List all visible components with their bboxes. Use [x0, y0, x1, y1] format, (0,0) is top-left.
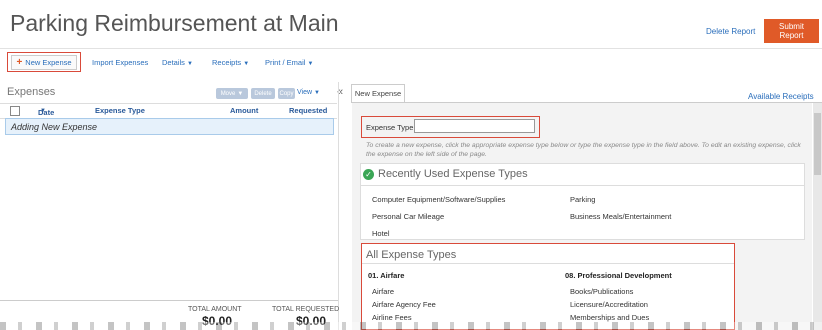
move-button[interactable]: Move ▼: [216, 88, 248, 99]
plus-icon: +: [16, 56, 23, 68]
expense-type-option[interactable]: Airline Fees: [372, 313, 412, 322]
panel-divider: [338, 82, 339, 330]
expense-table-header: Date ▼ Expense Type Amount Requested: [0, 103, 337, 119]
expense-type-option[interactable]: Licensure/Accreditation: [570, 300, 648, 309]
totals-divider: [0, 300, 338, 301]
delete-button[interactable]: Delete: [251, 88, 275, 99]
delete-report-link[interactable]: Delete Report: [706, 27, 755, 36]
scrollbar-thumb[interactable]: [814, 113, 821, 175]
total-amount-label: TOTAL AMOUNT: [188, 306, 242, 313]
header-divider: [0, 48, 822, 49]
select-all-checkbox[interactable]: [10, 106, 20, 116]
expense-type-column-header[interactable]: Expense Type: [95, 106, 145, 115]
requested-column-header[interactable]: Requested: [289, 106, 327, 115]
caret-down-icon: ▼: [307, 61, 314, 67]
expense-type-option[interactable]: Personal Car Mileage: [372, 212, 444, 221]
move-label: Move: [220, 90, 236, 97]
caret-down-icon: ▼: [243, 61, 250, 67]
page-title: Parking Reimbursement at Main: [10, 10, 339, 36]
cropped-footer: [0, 322, 822, 330]
caret-down-icon: ▼: [314, 90, 320, 96]
expense-type-option[interactable]: Airfare Agency Fee: [372, 300, 436, 309]
caret-down-icon: ▼: [186, 61, 193, 67]
new-expense-label: New Expense: [25, 58, 72, 67]
view-menu[interactable]: View ▼: [297, 89, 320, 96]
expenses-heading: Expenses: [7, 86, 56, 98]
adding-new-expense-row[interactable]: Adding New Expense: [5, 118, 334, 135]
total-requested-label: TOTAL REQUESTED: [272, 306, 340, 313]
receipts-menu[interactable]: Receipts ▼: [212, 58, 249, 67]
instruction-text: To create a new expense, click the appro…: [366, 142, 801, 158]
category-heading: 08. Professional Development: [565, 271, 672, 280]
expense-type-option[interactable]: Memberships and Dues: [570, 313, 649, 322]
recent-types-heading: Recently Used Expense Types: [378, 168, 528, 180]
available-receipts-link[interactable]: Available Receipts: [748, 92, 814, 101]
caret-down-icon: ▼: [40, 108, 46, 114]
category-heading: 01. Airfare: [368, 271, 405, 280]
copy-button[interactable]: Copy: [278, 88, 295, 99]
expense-type-label: Expense Type: [366, 123, 414, 132]
expense-type-option[interactable]: Books/Publications: [570, 287, 633, 296]
amount-column-header[interactable]: Amount: [230, 106, 258, 115]
tab-new-expense[interactable]: New Expense: [351, 84, 405, 102]
print-email-label: Print / Email: [265, 58, 306, 67]
recent-divider: [360, 185, 805, 186]
new-expense-button[interactable]: + New Expense: [11, 55, 77, 70]
expense-type-option[interactable]: Airfare: [372, 287, 394, 296]
caret-down-icon: ▼: [237, 90, 244, 97]
details-menu[interactable]: Details ▼: [162, 58, 193, 67]
expense-type-option[interactable]: Computer Equipment/Software/Supplies: [372, 195, 505, 204]
view-label: View: [297, 89, 313, 96]
details-label: Details: [162, 58, 185, 67]
submit-report-button[interactable]: Submit Report: [764, 19, 819, 43]
receipts-label: Receipts: [212, 58, 242, 67]
expense-type-option[interactable]: Parking: [570, 195, 595, 204]
all-types-heading: All Expense Types: [366, 249, 457, 261]
all-types-divider: [362, 263, 734, 264]
expense-type-input[interactable]: [414, 119, 535, 133]
checkmark-icon: ✓: [363, 169, 374, 180]
expense-type-option[interactable]: Hotel: [372, 229, 390, 238]
import-expenses-link[interactable]: Import Expenses: [92, 58, 148, 67]
print-email-menu[interactable]: Print / Email ▼: [265, 58, 313, 67]
expense-type-option[interactable]: Business Meals/Entertainment: [570, 212, 671, 221]
